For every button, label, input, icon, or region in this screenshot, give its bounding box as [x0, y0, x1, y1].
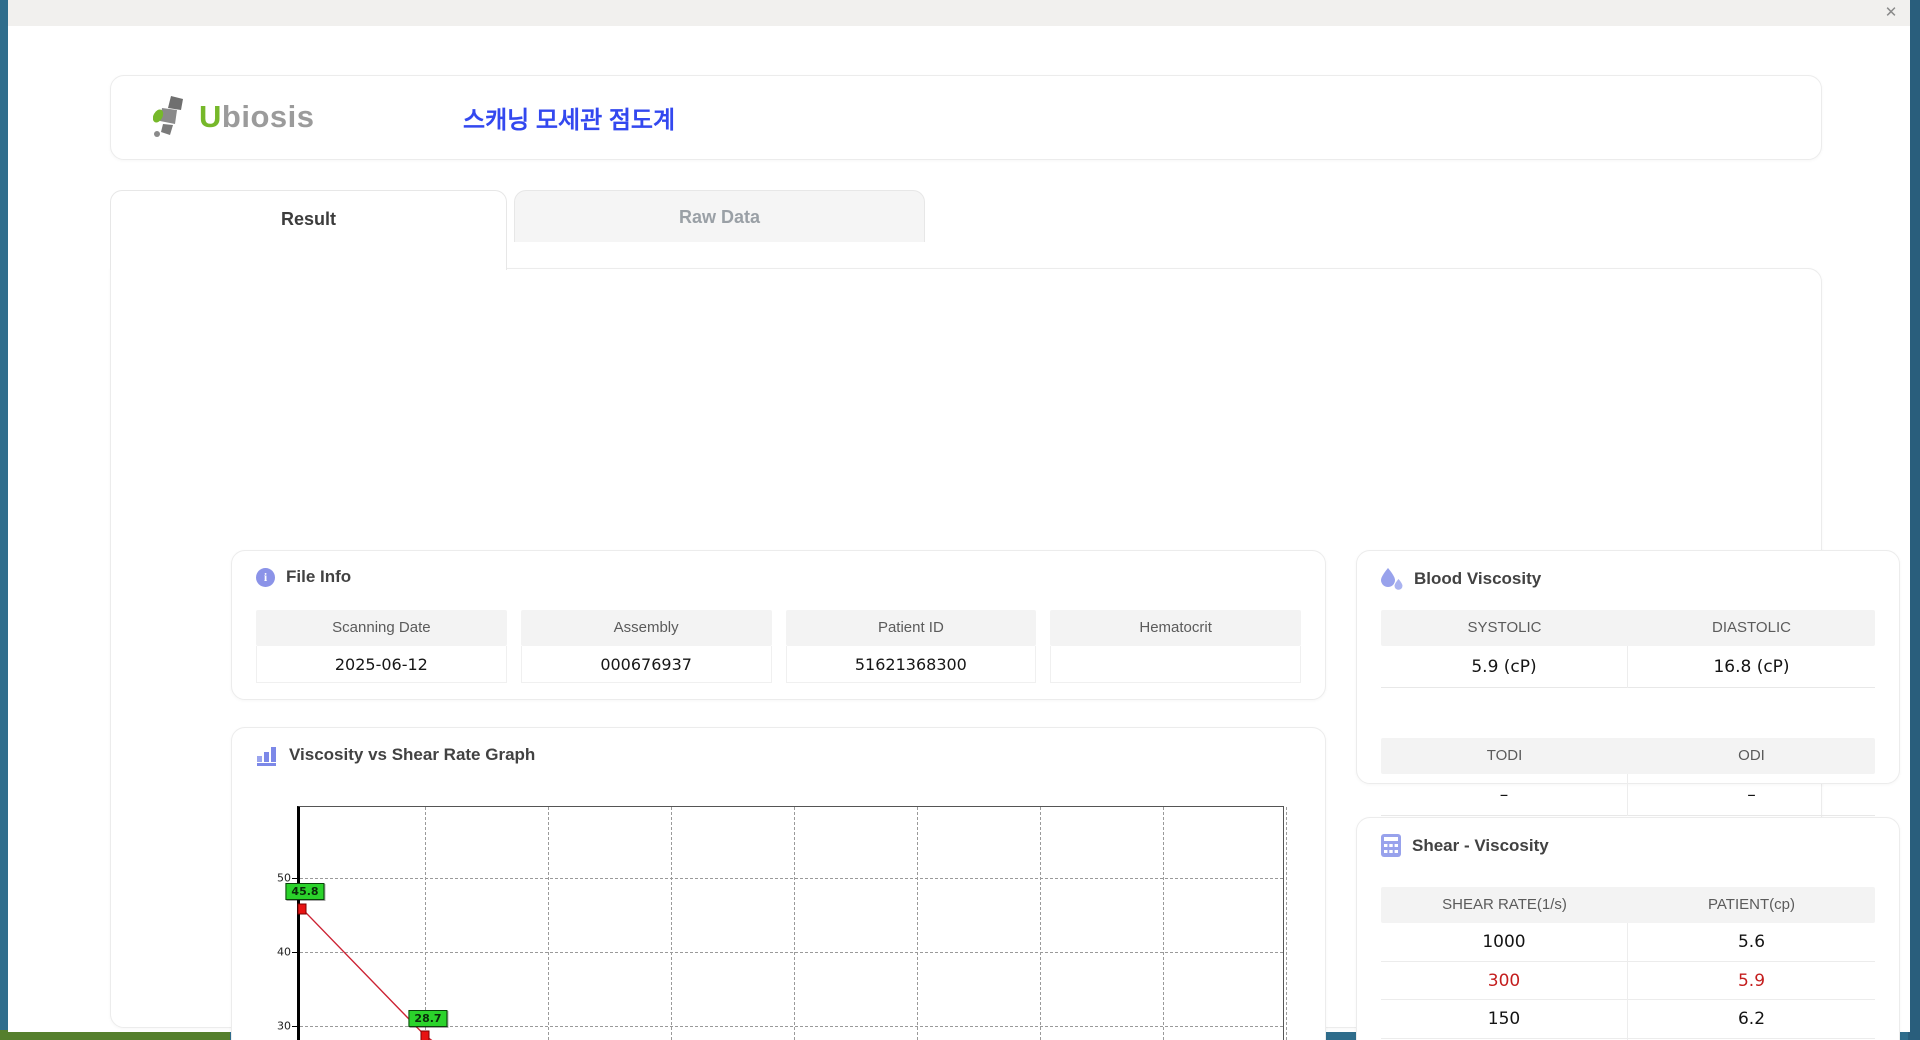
file-info-grid: Scanning Date Assembly Patient ID Hematocri…	[256, 610, 1301, 683]
graph-card: Viscosity vs Shear Rate Graph 1020304050…	[231, 727, 1326, 1040]
sv-header-cell: PATIENT(cp)	[1708, 896, 1795, 913]
y-axis-tick-label: 30	[277, 1019, 291, 1033]
sv-header-row: SHEAR RATE(1/s) PATIENT(cp)	[1381, 887, 1875, 923]
bv-header-cell: DIASTOLIC	[1712, 619, 1791, 636]
bv-header-cell: SYSTOLIC	[1467, 619, 1542, 636]
data-point-label: 45.8	[285, 882, 325, 900]
app-window: ✕ Ubiosis 스캐닝 모세관 점도계 Result Raw Data i …	[8, 0, 1910, 1040]
shear-viscosity-table: SHEAR RATE(1/s) PATIENT(cp) 1000 5.6 300 5.9 1…	[1381, 887, 1875, 1040]
data-point-marker	[297, 903, 307, 915]
file-info-title-text: File Info	[286, 567, 352, 586]
shear-viscosity-title-text: Shear - Viscosity	[1412, 835, 1549, 855]
sv-cell: 1000	[1381, 923, 1628, 961]
ubiosis-logo-icon	[153, 96, 183, 137]
file-info-header-hematocrit: Hematocrit	[1050, 610, 1301, 646]
bv-header-row: TODI ODI	[1381, 738, 1875, 774]
viscosity-shear-plot: 10203040501251050100150300100045.828.716…	[277, 806, 1287, 1040]
y-axis-tick	[292, 951, 297, 953]
file-info-title: i File Info	[256, 567, 351, 587]
ubiosis-logo-text: Ubiosis	[199, 99, 315, 134]
window-close-button[interactable]: ✕	[1882, 4, 1900, 22]
bv-value-cell: 16.8 (cP)	[1713, 657, 1790, 677]
y-axis-tick-label: 40	[277, 945, 291, 959]
window-titlebar: ✕	[8, 0, 1910, 26]
tab-result[interactable]: Result	[110, 190, 507, 270]
shear-viscosity-title: Shear - Viscosity	[1381, 834, 1549, 857]
file-info-header-scanning-date: Scanning Date	[256, 610, 507, 646]
info-icon: i	[256, 567, 275, 587]
sv-cell: 300	[1381, 961, 1628, 1000]
blood-viscosity-title: Blood Viscosity	[1381, 567, 1541, 591]
bv-value-cell: 5.9 (cP)	[1381, 646, 1628, 688]
bv-value-row: – –	[1381, 774, 1875, 816]
bv-value-row: 5.9 (cP) 16.8 (cP)	[1381, 646, 1875, 688]
file-info-value-scanning-date: 2025-06-12	[256, 646, 507, 683]
app-header: Ubiosis 스캐닝 모세관 점도계	[110, 75, 1822, 160]
sv-row-150: 150 6.2	[1381, 1000, 1875, 1039]
file-info-header-patient-id: Patient ID	[785, 610, 1037, 646]
sv-row-300: 300 5.9	[1381, 961, 1875, 1000]
file-info-card: i File Info Scanning Date Assembly Patient…	[231, 550, 1326, 700]
viscosity-line-series	[301, 908, 433, 1040]
file-info-header-assembly: Assembly	[520, 610, 772, 646]
blood-viscosity-table-1: TODI ODI – –	[1381, 738, 1875, 816]
sv-cell: 6.2	[1737, 1009, 1766, 1029]
tab-raw-data[interactable]: Raw Data	[514, 190, 925, 242]
shear-viscosity-card: Shear - Viscosity SHEAR RATE(1/s) PATIENT…	[1356, 817, 1900, 1040]
blood-viscosity-table-0: SYSTOLIC DIASTOLIC 5.9 (cP) 16.8 (cP)	[1381, 610, 1875, 688]
file-info-value-hematocrit	[1050, 646, 1301, 683]
bv-header-row: SYSTOLIC DIASTOLIC	[1381, 610, 1875, 646]
file-info-value-assembly: 000676937	[520, 646, 772, 683]
bv-header-cell: TODI	[1486, 747, 1523, 764]
bv-header-cell: ODI	[1738, 747, 1765, 764]
blood-viscosity-title-text: Blood Viscosity	[1414, 569, 1542, 588]
sv-cell: 150	[1381, 1000, 1628, 1038]
file-info-value-patient-id: 51621368300	[785, 646, 1037, 683]
bar-chart-icon	[257, 747, 276, 766]
sv-cell: 5.6	[1737, 932, 1766, 952]
calculator-icon	[1381, 834, 1401, 857]
y-axis-tick	[292, 877, 297, 879]
bv-value-cell: –	[1747, 785, 1756, 805]
blood-viscosity-card: Blood Viscosity SYSTOLIC DIASTOLIC 5.9 (cP…	[1356, 550, 1900, 816]
sv-header-cell: SHEAR RATE(1/s)	[1442, 896, 1567, 913]
sv-row-1000: 1000 5.6	[1381, 923, 1875, 962]
sv-cell: 5.9	[1737, 970, 1766, 991]
result-panel: i File Info Scanning Date Assembly Patient…	[110, 268, 1900, 1040]
data-point-marker	[420, 1030, 430, 1040]
graph-title-text: Viscosity vs Shear Rate Graph	[289, 745, 536, 764]
blood-drop-icon	[1381, 568, 1403, 590]
bv-value-cell: –	[1381, 774, 1628, 816]
app-title: 스캐닝 모세관 점도계	[463, 107, 676, 134]
data-point-label: 28.7	[408, 1009, 448, 1027]
ubiosis-logo: Ubiosis	[153, 94, 314, 140]
graph-title: Viscosity vs Shear Rate Graph	[256, 744, 535, 766]
y-axis-tick	[292, 1025, 297, 1027]
